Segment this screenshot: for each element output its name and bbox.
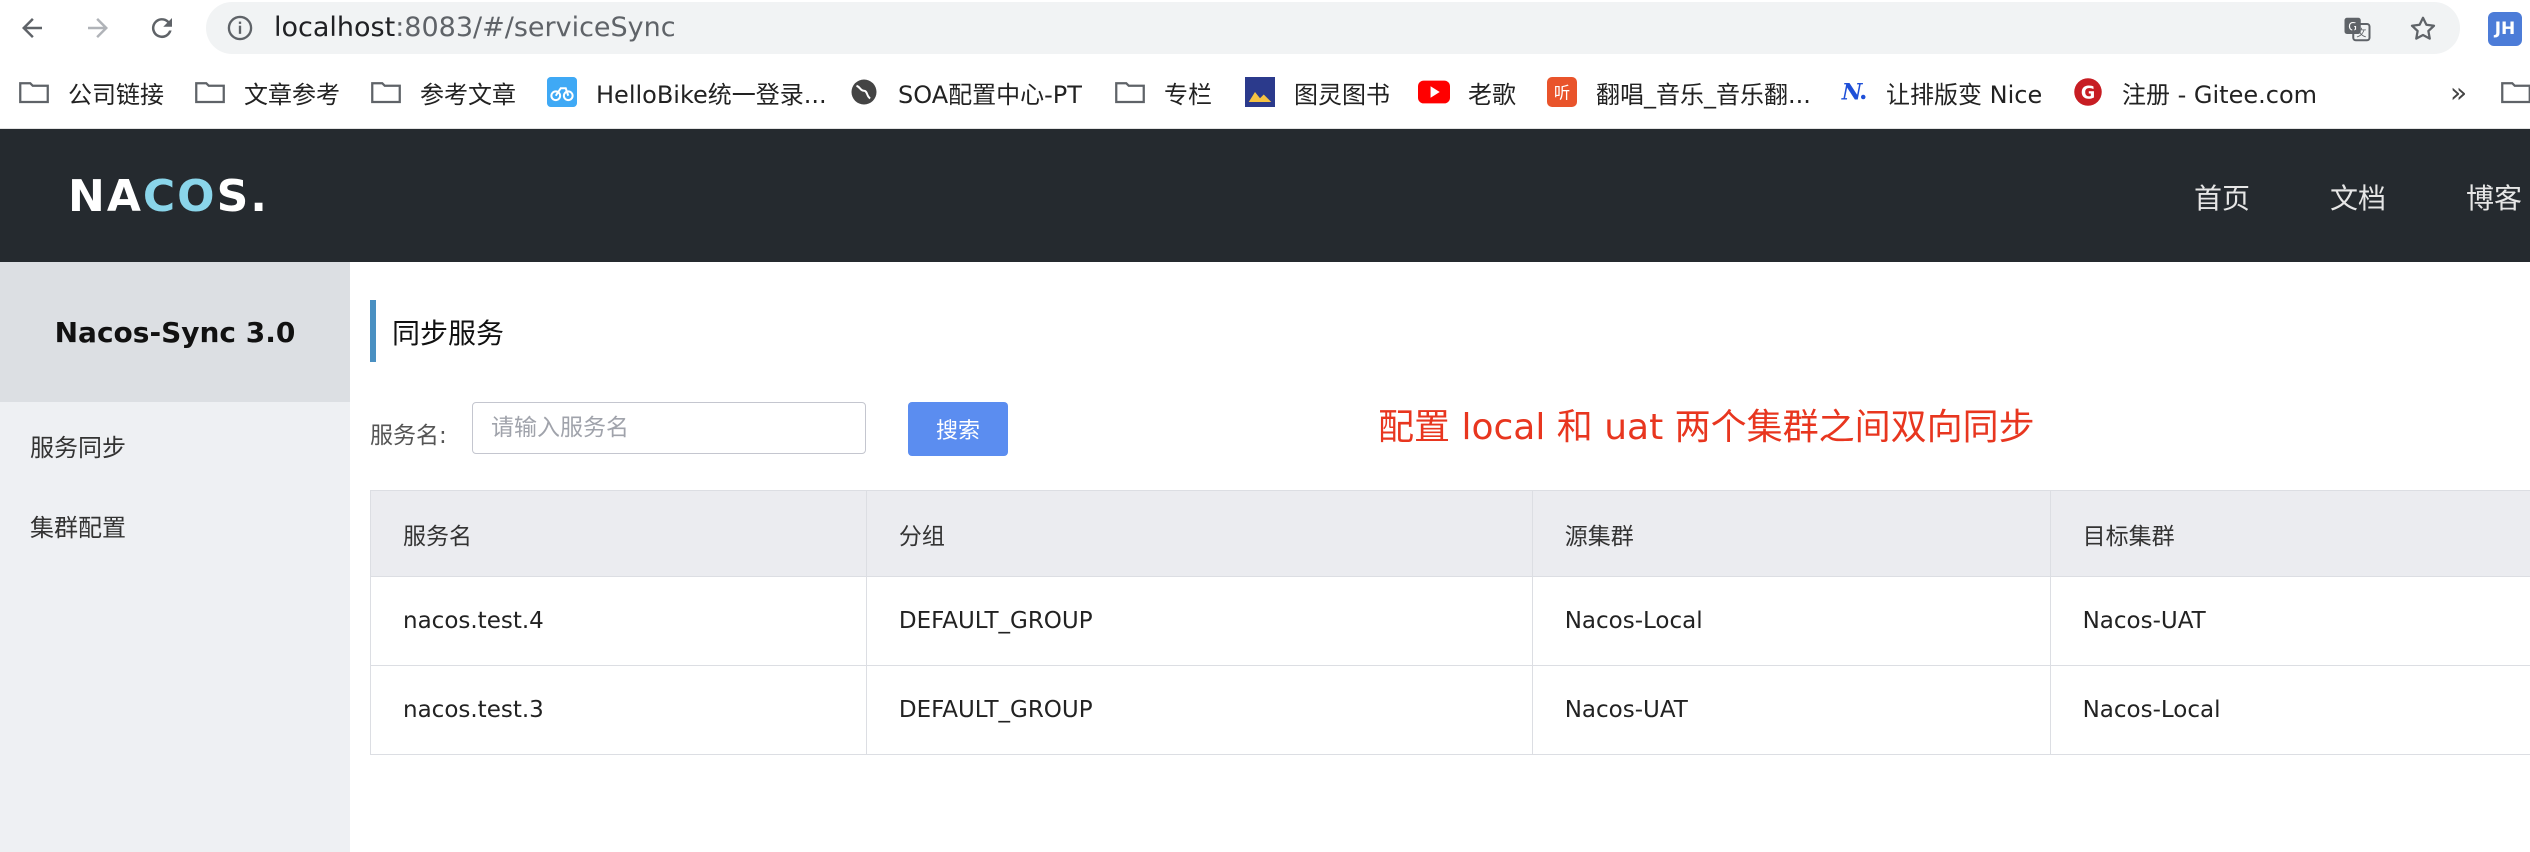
bookmark-item[interactable]: 图灵图书 (1244, 74, 1390, 110)
svg-text:听: 听 (1554, 83, 1570, 102)
nav-home[interactable]: 首页 (2194, 177, 2250, 217)
bookmark-item[interactable]: 专栏 (1114, 74, 1212, 110)
folder-icon (1114, 76, 1146, 108)
cell-group: DEFAULT_GROUP (865, 665, 1533, 755)
cell-service-name: nacos.test.4 (370, 576, 867, 666)
bookmark-label: 专栏 (1164, 80, 1212, 109)
sidebar-item-cluster-config[interactable]: 集群配置 (30, 508, 126, 543)
nav-blog[interactable]: 博客 (2466, 177, 2522, 217)
folder-icon (194, 76, 226, 108)
column-header-service-name: 服务名 (370, 490, 867, 577)
gitee-icon: G (2072, 76, 2104, 108)
bookmark-label: 让排版变 Nice (1886, 80, 2043, 109)
table-row: nacos.test.3 DEFAULT_GROUP Nacos-UAT Nac… (370, 665, 2530, 755)
overflow-label: » (2450, 75, 2468, 109)
bookmark-item[interactable]: 老歌 (1418, 74, 1516, 110)
folder-icon (18, 76, 50, 108)
bookmarks-overflow-button[interactable]: » (2450, 74, 2467, 110)
bookmark-item[interactable]: 参考文章 (370, 74, 516, 110)
svg-text:G: G (2081, 83, 2095, 103)
bookmark-item[interactable]: SOA配置中心-PT (848, 74, 1082, 110)
cell-source-cluster: Nacos-Local (1531, 576, 2051, 666)
bookmark-label: SOA配置中心-PT (898, 80, 1082, 109)
bookmark-label: 翻唱_音乐_音乐翻... (1596, 80, 1811, 109)
book-icon (1244, 76, 1276, 108)
bookmark-star-icon[interactable] (2408, 14, 2438, 44)
forward-icon[interactable] (80, 10, 116, 46)
logo-text-accent: CO (142, 171, 217, 222)
bookmark-item[interactable]: 听 翻唱_音乐_音乐翻... (1546, 74, 1811, 110)
bookmark-label: 参考文章 (420, 80, 516, 109)
bookmark-label: 老歌 (1468, 80, 1516, 109)
column-header-group: 分组 (865, 490, 1533, 577)
annotation-text: 配置 local 和 uat 两个集群之间双向同步 (1378, 407, 2035, 448)
page-title: 同步服务 (392, 317, 505, 350)
url-text[interactable]: localhost:8083/#/serviceSync (274, 2, 676, 54)
address-bar[interactable]: localhost:8083/#/serviceSync G文 (206, 2, 2460, 54)
table-row: nacos.test.4 DEFAULT_GROUP Nacos-Local N… (370, 576, 2530, 666)
bookmark-item[interactable]: 公司链接 (18, 74, 164, 110)
cell-source-cluster: Nacos-UAT (1531, 665, 2051, 755)
bike-icon (546, 76, 578, 108)
search-input[interactable] (472, 402, 866, 454)
cell-group: DEFAULT_GROUP (865, 576, 1533, 666)
site-info-icon[interactable] (226, 14, 254, 42)
search-button[interactable]: 搜索 (908, 402, 1008, 456)
folder-icon (370, 76, 402, 108)
bookmark-item[interactable]: 文章参考 (194, 74, 340, 110)
logo-text: S. (216, 171, 269, 222)
svg-text:N: N (1841, 80, 1864, 106)
sidebar: Nacos-Sync 3.0 服务同步 集群配置 (0, 262, 350, 852)
bookmark-label: 公司链接 (68, 80, 164, 109)
bookmark-label: HelloBike统一登录... (596, 80, 827, 109)
bookmark-item[interactable]: HelloBike统一登录... (546, 74, 827, 110)
cell-service-name: nacos.test.3 (370, 665, 867, 755)
sidebar-title: Nacos-Sync 3.0 (0, 262, 350, 402)
search-label: 服务名: (370, 423, 447, 449)
bookmark-label: 注册 - Gitee.com (2122, 80, 2318, 109)
app-header: NACOS. 首页 文档 博客 (0, 129, 2530, 262)
translate-icon[interactable]: G文 (2342, 14, 2372, 44)
bookmark-item[interactable]: N 让排版变 Nice (1836, 74, 2043, 110)
url-host: localhost (274, 12, 396, 43)
column-header-source-cluster: 源集群 (1531, 490, 2051, 577)
nacos-logo[interactable]: NACOS. (68, 171, 269, 222)
sidebar-item-service-sync[interactable]: 服务同步 (30, 428, 126, 463)
svg-text:文: 文 (2356, 27, 2366, 40)
bookmark-label: 文章参考 (244, 80, 340, 109)
profile-avatar[interactable]: JH (2488, 12, 2522, 46)
cell-target-cluster: Nacos-Local (2049, 665, 2530, 755)
reload-icon[interactable] (144, 10, 180, 46)
music-icon: 听 (1546, 76, 1578, 108)
globe-icon (848, 76, 880, 108)
bookmarks-bar: 公司链接 文章参考 参考文章 HelloBike统一登录... SOA配置中心-… (0, 56, 2530, 129)
nav-docs[interactable]: 文档 (2330, 177, 2386, 217)
browser-toolbar: localhost:8083/#/serviceSync G文 JH (0, 0, 2530, 56)
column-header-target-cluster: 目标集群 (2049, 490, 2530, 577)
youtube-icon (1418, 76, 1450, 108)
back-icon[interactable] (14, 10, 50, 46)
url-path: :8083/#/serviceSync (395, 12, 676, 43)
folder-icon (2500, 76, 2530, 108)
table-header-row: 服务名 分组 源集群 目标集群 (370, 490, 2530, 577)
bookmark-item[interactable] (2500, 74, 2530, 110)
service-table: 服务名 分组 源集群 目标集群 nacos.test.4 DEFAULT_GRO… (370, 490, 2530, 755)
bookmark-label: 图灵图书 (1294, 80, 1390, 109)
logo-text: NA (68, 171, 143, 222)
cell-target-cluster: Nacos-UAT (2049, 576, 2530, 666)
nice-icon: N (1836, 76, 1868, 108)
title-accent-bar (370, 300, 376, 362)
bookmark-item[interactable]: G 注册 - Gitee.com (2072, 74, 2317, 110)
